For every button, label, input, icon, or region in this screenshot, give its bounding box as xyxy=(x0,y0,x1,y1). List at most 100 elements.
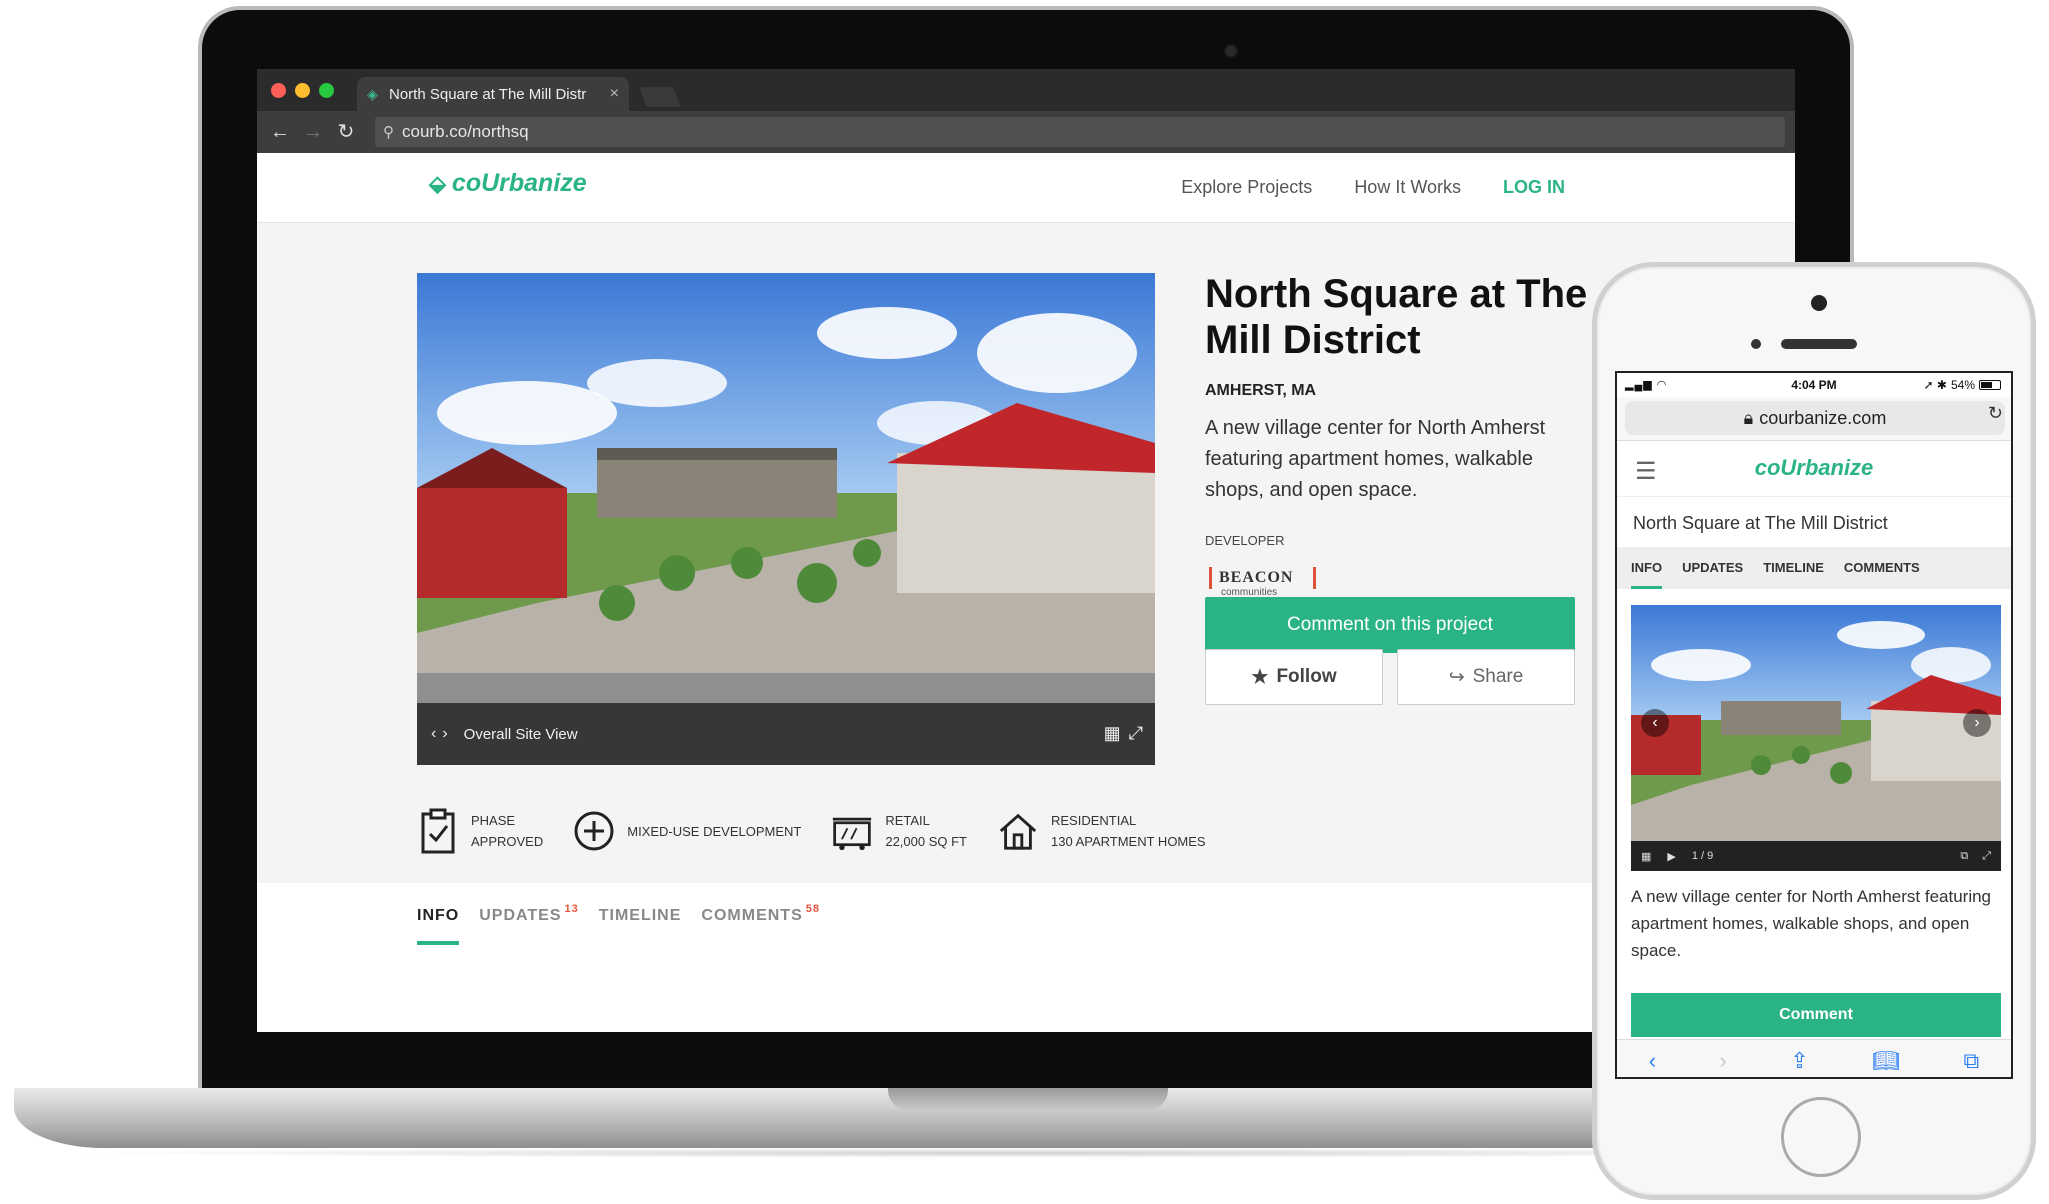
safari-back-icon[interactable]: ‹ xyxy=(1649,1048,1656,1074)
site-nav: Explore Projects How It Works LOG IN xyxy=(1181,177,1565,198)
stat-retail: RETAIL 22,000 SQ FT xyxy=(831,807,967,855)
browser-tab[interactable]: ◈ North Square at The Mill Distr × xyxy=(357,77,629,111)
laptop-notch xyxy=(888,1088,1168,1110)
favicon-pin-icon: ◈ xyxy=(367,86,378,102)
location-bluetooth-icon: ➚ ✱ xyxy=(1923,378,1947,392)
site-logo[interactable]: ⬙ coUrbanize xyxy=(429,169,587,198)
mobile-site-rendering-image[interactable] xyxy=(1631,605,2001,841)
browser-tab-bar: ◈ North Square at The Mill Distr × xyxy=(257,69,1795,111)
share-button[interactable]: ↪ Share xyxy=(1397,649,1575,705)
nav-how-it-works[interactable]: How It Works xyxy=(1354,177,1461,198)
stat-use: MIXED-USE DEVELOPMENT xyxy=(573,807,801,855)
gallery-prev-next-icon[interactable]: ‹› xyxy=(431,725,454,743)
forward-arrow-icon[interactable]: → xyxy=(300,119,326,145)
gallery-controls: ▦ ⤢ xyxy=(1104,723,1143,744)
grid-view-icon[interactable]: ▦ xyxy=(1104,723,1121,744)
mobile-gallery-prev-icon[interactable]: ‹ xyxy=(1641,709,1669,737)
battery-icon xyxy=(1979,380,2001,390)
safari-share-icon[interactable]: ⇪ xyxy=(1790,1048,1808,1074)
phone-speaker xyxy=(1781,339,1857,349)
project-tabs: INFO UPDATES 13 TIMELINE COMMENTS 58 xyxy=(417,903,820,945)
house-icon xyxy=(997,807,1039,855)
mobile-gallery-controls: ▦ ▶ 1 / 9 ⧉ ⤢ xyxy=(1631,841,2001,871)
project-description: A new village center for North Amherst f… xyxy=(1205,417,1546,501)
web-page: ⬙ coUrbanize Explore Projects How It Wor… xyxy=(257,153,1795,1032)
safari-reload-icon[interactable]: ↻ xyxy=(1988,403,2003,424)
mobile-pip-icon[interactable]: ⧉ xyxy=(1960,850,1968,863)
comment-on-project-button[interactable]: Comment on this project xyxy=(1205,597,1575,653)
maximize-window-button[interactable] xyxy=(319,83,334,98)
mobile-tabs: INFO UPDATES TIMELINE COMMENTS xyxy=(1617,547,2011,589)
safari-tabs-icon[interactable]: ⧉ xyxy=(1964,1048,1980,1074)
fullscreen-icon[interactable]: ⤢ xyxy=(1129,723,1143,744)
mobile-grid-icon[interactable]: ▦ xyxy=(1641,850,1651,863)
mobile-hero-gallery: ‹ › ▦ ▶ 1 / 9 ⧉ ⤢ xyxy=(1631,605,2001,871)
mobile-site-header: ☰ coUrbanize xyxy=(1617,441,2011,497)
minimize-window-button[interactable] xyxy=(295,83,310,98)
reload-icon[interactable]: ↻ xyxy=(333,119,359,145)
logo-bar-right xyxy=(1313,567,1316,589)
star-icon: ★ xyxy=(1251,666,1269,688)
close-window-button[interactable] xyxy=(271,83,286,98)
phone-camera xyxy=(1811,295,1827,311)
hero-caption-bar: ‹› Overall Site View ▦ ⤢ xyxy=(417,703,1155,765)
mobile-gallery-next-icon[interactable]: › xyxy=(1963,709,1991,737)
site-logo-text: coUrbanize xyxy=(451,169,587,197)
safari-address-field[interactable]: 🔒︎ courbanize.com xyxy=(1625,401,2005,435)
stat-residential: RESIDENTIAL 130 APARTMENT HOMES xyxy=(997,807,1206,855)
tab-close-icon[interactable]: × xyxy=(610,85,619,103)
nav-explore-projects[interactable]: Explore Projects xyxy=(1181,177,1312,198)
safari-bookmarks-icon[interactable]: 📖︎ xyxy=(1872,1048,1900,1074)
clipboard-check-icon xyxy=(417,807,459,855)
project-location: AMHERST, MA xyxy=(1205,382,1317,399)
mobile-fullscreen-icon[interactable]: ⤢ xyxy=(1982,850,1991,863)
address-bar-url: courb.co/northsq xyxy=(402,122,529,141)
site-rendering-image[interactable] xyxy=(417,273,1155,703)
plus-circle-icon xyxy=(573,807,615,855)
stat-phase-label: PHASE xyxy=(471,813,516,828)
nav-log-in[interactable]: LOG IN xyxy=(1503,177,1565,198)
stat-retail-label: RETAIL xyxy=(885,813,930,828)
browser-window: ◈ North Square at The Mill Distr × ← → ↻… xyxy=(257,69,1795,1032)
share-button-label: Share xyxy=(1472,666,1524,687)
mobile-comment-button[interactable]: Comment xyxy=(1631,993,2001,1037)
tab-updates[interactable]: UPDATES 13 xyxy=(479,903,579,945)
safari-forward-icon[interactable]: › xyxy=(1719,1048,1726,1074)
comments-count-badge: 58 xyxy=(805,903,820,915)
tab-timeline-label: TIMELINE xyxy=(598,907,682,924)
stat-use-label: MIXED-USE DEVELOPMENT xyxy=(627,823,802,839)
project-title: North Square at The Mill District xyxy=(1205,272,1588,362)
safari-url: courbanize.com xyxy=(1759,407,1887,428)
stat-residential-label: RESIDENTIAL xyxy=(1051,813,1137,828)
ios-status-bar: ▂▄▆ ◠ 4:04 PM ➚ ✱ 54% xyxy=(1617,373,2011,397)
phone-home-button[interactable] xyxy=(1781,1097,1861,1177)
follow-button[interactable]: ★ Follow xyxy=(1205,649,1383,705)
mobile-tab-timeline[interactable]: TIMELINE xyxy=(1763,547,1824,589)
battery-percent: 54% xyxy=(1950,378,1975,392)
browser-toolbar: ← → ↻ ⚲ courb.co/northsq xyxy=(257,111,1795,153)
back-arrow-icon[interactable]: ← xyxy=(267,119,293,145)
mobile-tab-comments[interactable]: COMMENTS xyxy=(1844,547,1920,589)
hero-caption-text: Overall Site View xyxy=(463,725,578,743)
stat-residential-value: 130 APARTMENT HOMES xyxy=(1051,834,1206,849)
tab-info[interactable]: INFO xyxy=(417,907,460,945)
developer-label: DEVELOPER xyxy=(1205,533,1285,548)
tab-timeline[interactable]: TIMELINE xyxy=(599,907,682,945)
logo-pin-icon: ⬙ xyxy=(429,170,446,196)
mobile-play-icon[interactable]: ▶ xyxy=(1667,850,1675,863)
mobile-tab-updates[interactable]: UPDATES xyxy=(1682,547,1743,589)
share-arrow-icon: ↪ xyxy=(1448,666,1465,688)
browser-tab-title: North Square at The Mill Distr xyxy=(389,85,587,103)
mobile-tab-info[interactable]: INFO xyxy=(1631,547,1663,589)
hero-gallery: ‹› Overall Site View ▦ ⤢ xyxy=(417,273,1155,765)
mobile-logo[interactable]: coUrbanize xyxy=(1617,455,2011,481)
project-stats: PHASE APPROVED MIXED-USE DEVELOPMENT RET… xyxy=(417,801,1206,861)
new-tab-button[interactable] xyxy=(639,87,681,107)
tab-comments[interactable]: COMMENTS 58 xyxy=(701,903,820,945)
address-bar[interactable]: ⚲ courb.co/northsq xyxy=(375,117,1785,147)
phone-screen: ▂▄▆ ◠ 4:04 PM ➚ ✱ 54% 🔒︎ courbanize.com … xyxy=(1615,371,2013,1079)
status-right: ➚ ✱ 54% xyxy=(1924,378,2001,392)
updates-count-badge: 13 xyxy=(564,903,579,915)
developer-logo-name: BEACON xyxy=(1219,569,1294,586)
mobile-project-description: A new village center for North Amherst f… xyxy=(1631,887,1992,960)
